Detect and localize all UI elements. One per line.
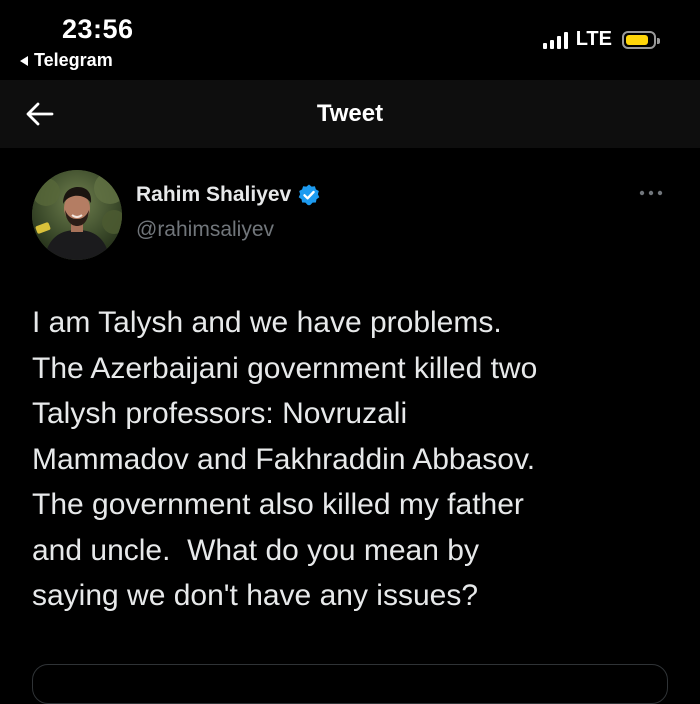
cellular-signal-icon (542, 31, 568, 49)
status-indicators: LTE (542, 28, 660, 51)
author-name[interactable]: Rahim Shaliyev (136, 183, 291, 207)
page-title: Tweet (316, 100, 384, 127)
network-type: LTE (575, 28, 612, 50)
avatar-photo (32, 170, 122, 260)
back-to-app-link[interactable]: Telegram (20, 50, 113, 71)
more-options-icon[interactable] (638, 188, 664, 198)
avatar[interactable] (32, 170, 122, 260)
battery-cap (657, 37, 660, 44)
tweet-text: I am Talysh and we have problems. The Az… (32, 306, 538, 612)
status-bar: 23:56 Telegram LTE (0, 0, 700, 80)
author-name-row[interactable]: Rahim Shaliyev (136, 183, 321, 207)
status-time: 23:56 (62, 14, 134, 44)
battery-fill (626, 34, 648, 45)
tweet-card[interactable] (32, 664, 668, 704)
author-handle[interactable]: @rahimsaliyev (136, 218, 274, 242)
nav-bar: Tweet (0, 80, 700, 148)
verified-badge-icon (298, 184, 320, 206)
back-app-label: Telegram (34, 50, 113, 70)
back-triangle-icon (20, 55, 28, 66)
battery-icon (622, 30, 660, 49)
